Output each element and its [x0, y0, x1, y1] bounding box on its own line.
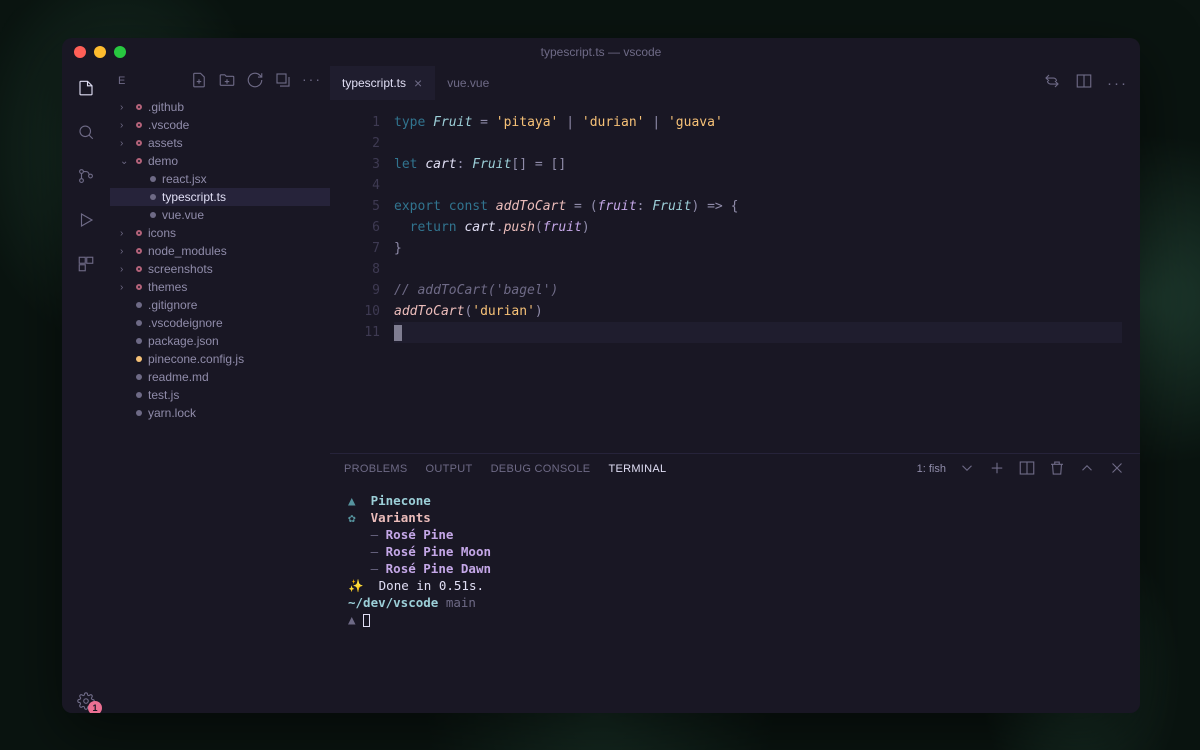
window-title: typescript.ts — vscode — [62, 45, 1140, 59]
panel-tab[interactable]: OUTPUT — [426, 463, 473, 475]
tree-item[interactable]: ›.github — [110, 98, 330, 116]
settings-icon[interactable] — [74, 689, 98, 713]
tree-item[interactable]: vue.vue — [110, 206, 330, 224]
activity-bar — [62, 66, 110, 713]
run-debug-icon[interactable] — [74, 208, 98, 232]
tree-item[interactable]: pinecone.config.js — [110, 350, 330, 368]
explorer-icon[interactable] — [74, 76, 98, 100]
titlebar: typescript.ts — vscode — [62, 38, 1140, 66]
collapse-all-icon[interactable] — [274, 71, 292, 92]
tree-item[interactable]: react.jsx — [110, 170, 330, 188]
line-gutter: 1234567891011 — [330, 112, 394, 441]
terminal-dropdown-icon[interactable] — [958, 459, 976, 480]
tree-item[interactable]: ›icons — [110, 224, 330, 242]
terminal-output[interactable]: ▲ Pinecone✿ Variants – Rosé Pine – Rosé … — [330, 484, 1140, 713]
terminal-selector[interactable]: 1: fish — [917, 463, 946, 475]
close-tab-icon[interactable]: × — [414, 75, 422, 91]
refresh-icon[interactable] — [246, 71, 264, 92]
tree-item[interactable]: .gitignore — [110, 296, 330, 314]
new-folder-icon[interactable] — [218, 71, 236, 92]
vscode-window: typescript.ts — vscode — [62, 38, 1140, 713]
panel-tab[interactable]: TERMINAL — [608, 463, 666, 475]
panel-tab[interactable]: PROBLEMS — [344, 463, 408, 475]
tree-item[interactable]: ›.vscode — [110, 116, 330, 134]
bottom-panel: PROBLEMS OUTPUT DEBUG CONSOLE TERMINAL 1: f… — [330, 453, 1140, 713]
tree-item[interactable]: readme.md — [110, 368, 330, 386]
tree-item[interactable]: ⌄demo — [110, 152, 330, 170]
new-terminal-icon[interactable] — [988, 459, 1006, 480]
editor-group: typescript.ts×vue.vue ··· 1234567891011 … — [330, 66, 1140, 713]
tree-item[interactable]: test.js — [110, 386, 330, 404]
split-editor-icon[interactable] — [1075, 72, 1093, 94]
code-area[interactable]: type Fruit = 'pitaya' | 'durian' | 'guav… — [394, 112, 1140, 441]
editor-tab[interactable]: vue.vue — [435, 66, 502, 100]
compare-changes-icon[interactable] — [1043, 72, 1061, 94]
maximize-panel-icon[interactable] — [1078, 459, 1096, 480]
tree-item[interactable]: ›screenshots — [110, 260, 330, 278]
search-icon[interactable] — [74, 120, 98, 144]
explorer-header: E ··· — [110, 66, 330, 96]
tree-item[interactable]: ›node_modules — [110, 242, 330, 260]
explorer-label: E — [118, 75, 126, 87]
editor-tabs: typescript.ts×vue.vue ··· — [330, 66, 1140, 100]
tree-item[interactable]: ›assets — [110, 134, 330, 152]
source-control-icon[interactable] — [74, 164, 98, 188]
tree-item[interactable]: typescript.ts — [110, 188, 330, 206]
split-terminal-icon[interactable] — [1018, 459, 1036, 480]
panel-tab[interactable]: DEBUG CONSOLE — [491, 463, 591, 475]
close-panel-icon[interactable] — [1108, 459, 1126, 480]
kill-terminal-icon[interactable] — [1048, 459, 1066, 480]
new-file-icon[interactable] — [190, 71, 208, 92]
tree-item[interactable]: ›themes — [110, 278, 330, 296]
extensions-icon[interactable] — [74, 252, 98, 276]
tree-item[interactable]: .vscodeignore — [110, 314, 330, 332]
more-icon[interactable]: ··· — [302, 71, 322, 92]
code-editor[interactable]: 1234567891011 type Fruit = 'pitaya' | 'd… — [330, 100, 1140, 453]
tree-item[interactable]: yarn.lock — [110, 404, 330, 422]
explorer-sidebar: E ··· ›.github›.vsc — [110, 66, 330, 713]
tree-item[interactable]: package.json — [110, 332, 330, 350]
file-tree: ›.github›.vscode›assets⌄demoreact.jsxtyp… — [110, 96, 330, 424]
more-actions-icon[interactable]: ··· — [1107, 75, 1128, 92]
panel-tabs: PROBLEMS OUTPUT DEBUG CONSOLE TERMINAL 1: f… — [330, 454, 1140, 484]
editor-tab[interactable]: typescript.ts× — [330, 66, 435, 100]
